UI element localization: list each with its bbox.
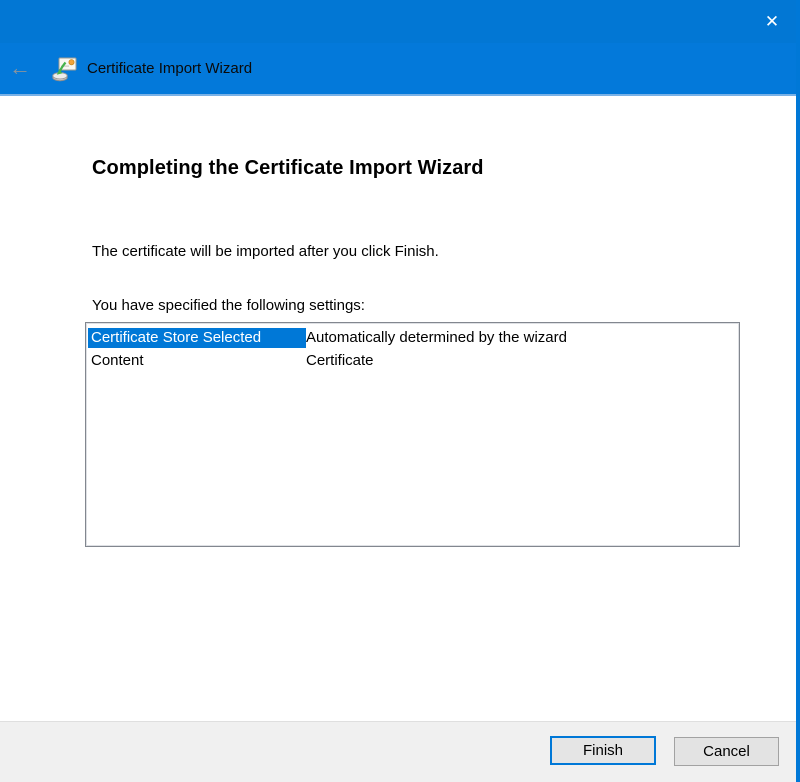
cancel-button[interactable]: Cancel xyxy=(674,737,779,766)
close-button[interactable]: ✕ xyxy=(750,0,794,43)
setting-name-cell-wrap: Certificate Store Selected xyxy=(86,328,306,348)
setting-name: Content xyxy=(88,351,306,371)
footer-bar: Finish Cancel xyxy=(0,721,796,782)
wizard-header: ← Certificate Import Wizard xyxy=(0,43,796,96)
finish-button[interactable]: Finish xyxy=(550,736,656,765)
back-arrow-icon: ← xyxy=(9,55,31,80)
title-bar: ✕ xyxy=(0,0,800,43)
back-button[interactable]: ← xyxy=(0,57,40,79)
intro-text: The certificate will be imported after y… xyxy=(92,243,439,260)
settings-row-content[interactable]: Content Certificate xyxy=(86,349,739,372)
certificate-import-icon xyxy=(52,56,78,82)
certificate-import-wizard-window: ✕ ← Certificate Import Wizard Completing… xyxy=(0,0,800,782)
setting-value: Automatically determined by the wizard xyxy=(306,329,567,346)
setting-name-cell-wrap: Content xyxy=(86,351,306,371)
page-title: Completing the Certificate Import Wizard xyxy=(92,157,484,180)
setting-value: Certificate xyxy=(306,352,374,369)
settings-row-certificate-store[interactable]: Certificate Store Selected Automatically… xyxy=(86,326,739,349)
settings-label: You have specified the following setting… xyxy=(92,297,365,314)
settings-list[interactable]: Certificate Store Selected Automatically… xyxy=(85,322,740,547)
wizard-title: Certificate Import Wizard xyxy=(85,60,252,77)
close-icon: ✕ xyxy=(765,13,779,30)
setting-name: Certificate Store Selected xyxy=(88,328,306,348)
